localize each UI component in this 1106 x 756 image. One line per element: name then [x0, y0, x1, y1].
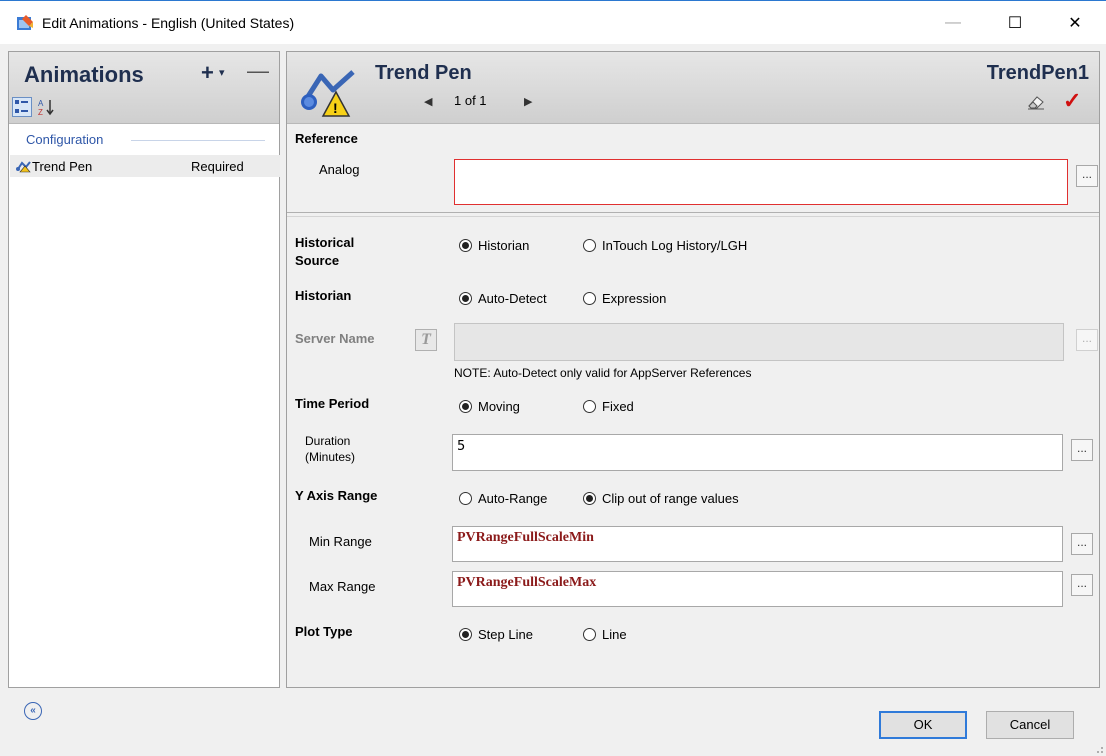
- max-range-input[interactable]: PVRangeFullScaleMax: [452, 571, 1063, 607]
- radio-step-line[interactable]: Step Line: [459, 627, 533, 642]
- duration-input[interactable]: 5: [452, 434, 1063, 471]
- eraser-icon[interactable]: [1026, 94, 1046, 110]
- min-range-input[interactable]: PVRangeFullScaleMin: [452, 526, 1063, 562]
- radio-label: InTouch Log History/LGH: [602, 238, 748, 253]
- radio-label: Expression: [602, 291, 667, 306]
- duration-label-1: Duration: [305, 434, 351, 448]
- radio-indicator: [583, 292, 596, 305]
- radio-indicator: [583, 628, 596, 641]
- category-divider: [131, 140, 265, 141]
- radio-indicator: [459, 239, 472, 252]
- time-period-label: Time Period: [295, 396, 370, 411]
- radio-indicator: [459, 400, 472, 413]
- radio-label: Moving: [478, 399, 520, 414]
- radio-label: Step Line: [478, 627, 533, 642]
- max-range-browse-button[interactable]: ...: [1071, 574, 1093, 596]
- add-dropdown-icon[interactable]: ▾: [219, 66, 225, 79]
- radio-indicator: [583, 239, 596, 252]
- server-name-label: Server Name: [295, 331, 375, 346]
- page-indicator: 1 of 1: [454, 93, 487, 108]
- add-animation-button[interactable]: +: [201, 60, 214, 86]
- animation-type-title: Trend Pen: [375, 62, 472, 84]
- minimize-button[interactable]: —: [930, 1, 976, 45]
- radio-label: Line: [602, 627, 627, 642]
- radio-fixed[interactable]: Fixed: [583, 399, 634, 414]
- radio-expression[interactable]: Expression: [583, 291, 666, 306]
- app-icon: [17, 15, 33, 30]
- y-axis-range-label: Y Axis Range: [295, 488, 378, 503]
- max-range-label: Max Range: [309, 579, 376, 594]
- validate-check-icon[interactable]: ✓: [1063, 88, 1081, 114]
- expand-panel-button[interactable]: «: [24, 702, 42, 720]
- maximize-button[interactable]: ☐: [992, 1, 1038, 45]
- svg-text:Z: Z: [38, 108, 43, 117]
- analog-input[interactable]: [454, 159, 1068, 205]
- ok-button[interactable]: OK: [879, 711, 967, 739]
- cancel-button[interactable]: Cancel: [986, 711, 1074, 739]
- previous-button[interactable]: ◀: [424, 95, 432, 108]
- min-range-browse-button[interactable]: ...: [1071, 533, 1093, 555]
- close-button[interactable]: ✕: [1052, 1, 1098, 45]
- radio-auto-range[interactable]: Auto-Range: [459, 491, 547, 506]
- analog-browse-button[interactable]: ...: [1076, 165, 1098, 187]
- animations-panel: Animations + ▾ — A Z Configuration Trend…: [8, 51, 280, 688]
- sort-by-category-icon[interactable]: [12, 97, 32, 117]
- radio-clip-out-of-range[interactable]: Clip out of range values: [583, 491, 739, 506]
- radio-indicator: [459, 292, 472, 305]
- server-name-browse-button: ...: [1076, 329, 1098, 351]
- radio-indicator: [459, 492, 472, 505]
- animations-title: Animations: [24, 62, 144, 87]
- radio-label: Auto-Detect: [478, 291, 547, 306]
- historical-source-label-1: Historical: [295, 235, 355, 250]
- radio-intouch-log-history[interactable]: InTouch Log History/LGH: [583, 238, 747, 253]
- radio-indicator: [583, 400, 596, 413]
- resize-grip-icon[interactable]: [1094, 744, 1104, 754]
- trend-pen-warning-icon: !: [301, 70, 355, 117]
- server-name-input: [454, 323, 1064, 361]
- section-divider-shadow: [287, 216, 1099, 217]
- radio-indicator: [583, 492, 596, 505]
- sort-alphabetical-icon[interactable]: A Z: [36, 97, 56, 117]
- expression-toggle-icon[interactable]: T: [415, 329, 437, 351]
- min-range-label: Min Range: [309, 534, 372, 549]
- analog-label: Analog: [319, 162, 360, 177]
- server-name-note: NOTE: Auto-Detect only valid for AppServ…: [454, 366, 752, 380]
- plot-type-label: Plot Type: [295, 624, 353, 639]
- radio-line[interactable]: Line: [583, 627, 627, 642]
- historian-label: Historian: [295, 288, 352, 303]
- radio-moving[interactable]: Moving: [459, 399, 520, 414]
- editor-header: ! Trend Pen ◀ 1 of 1 ▶ TrendPen1 ✓: [287, 52, 1099, 124]
- window-title: Edit Animations - English (United States…: [42, 15, 295, 31]
- radio-label: Historian: [478, 238, 530, 253]
- animation-editor-panel: ! Trend Pen ◀ 1 of 1 ▶ TrendPen1 ✓ Refer…: [286, 51, 1100, 688]
- duration-browse-button[interactable]: ...: [1071, 439, 1093, 461]
- title-bar: Edit Animations - English (United States…: [0, 0, 1106, 44]
- radio-label: Auto-Range: [478, 491, 548, 506]
- radio-historian[interactable]: Historian: [459, 238, 529, 253]
- radio-label: Fixed: [602, 399, 634, 414]
- svg-text:A: A: [38, 99, 44, 108]
- radio-auto-detect[interactable]: Auto-Detect: [459, 291, 547, 306]
- remove-animation-button[interactable]: —: [247, 58, 269, 84]
- animation-item-trend-pen[interactable]: Trend Pen Required: [10, 155, 280, 177]
- svg-text:!: !: [333, 100, 338, 116]
- historical-source-label-2: Source: [295, 253, 340, 268]
- trend-pen-icon: [16, 161, 31, 173]
- section-divider: [287, 212, 1099, 213]
- next-button[interactable]: ▶: [524, 95, 532, 108]
- radio-label: Clip out of range values: [602, 491, 739, 506]
- radio-indicator: [459, 628, 472, 641]
- element-name: TrendPen1: [986, 62, 1089, 84]
- animation-item-label: Trend Pen: [32, 159, 93, 174]
- configuration-category: Configuration: [26, 132, 104, 147]
- animations-header: Animations + ▾ — A Z: [9, 52, 279, 124]
- reference-heading: Reference: [295, 131, 358, 146]
- duration-label-2: (Minutes): [305, 450, 356, 464]
- animation-item-status: Required: [191, 159, 244, 174]
